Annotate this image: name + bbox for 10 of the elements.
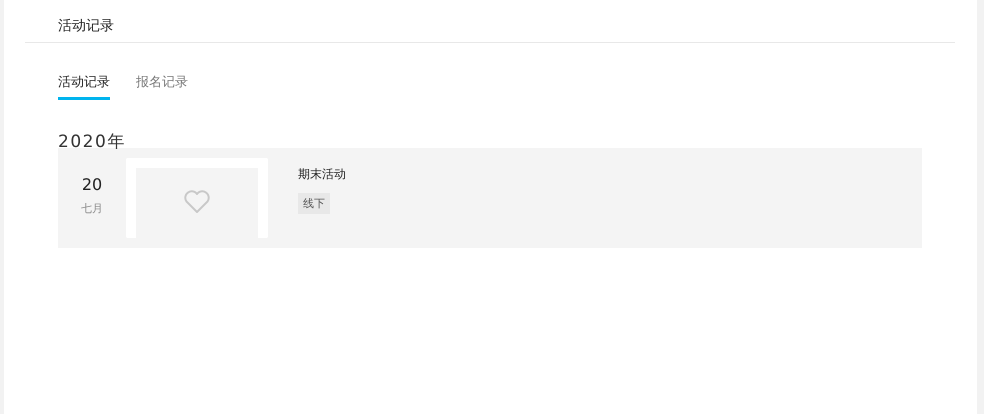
activity-tag: 线下 — [298, 193, 330, 214]
page-title: 活动记录 — [58, 18, 114, 34]
tab[interactable]: 活动记录 — [58, 73, 110, 100]
month-label: 七月 — [81, 201, 103, 216]
heart-icon — [183, 190, 211, 214]
activity-title: 期末活动 — [298, 166, 346, 183]
tab[interactable]: 报名记录 — [136, 73, 188, 100]
activity-card[interactable]: 20 七月 期末活动 线下 — [58, 148, 922, 248]
day-number: 20 — [82, 175, 102, 194]
year-heading: 2020年 — [57, 131, 127, 148]
